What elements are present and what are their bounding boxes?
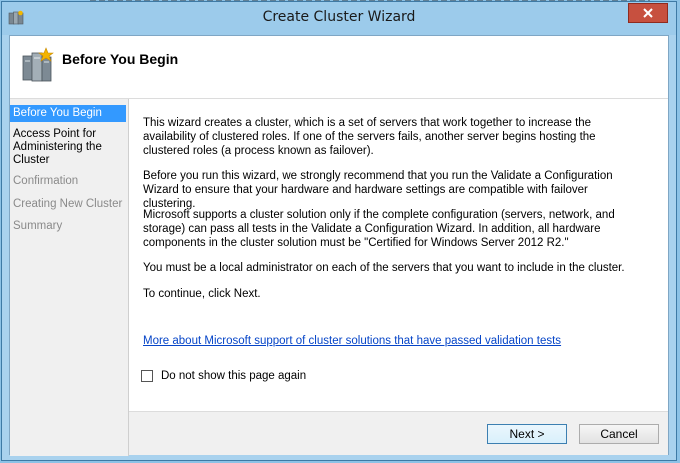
title-bar[interactable]: Create Cluster Wizard bbox=[2, 2, 676, 35]
admin-paragraph: You must be a local administrator on eac… bbox=[143, 262, 625, 274]
wizard-footer: Next > Cancel bbox=[129, 411, 668, 455]
next-button[interactable]: Next > bbox=[487, 424, 567, 444]
intro-paragraph: This wizard creates a cluster, which is … bbox=[143, 117, 596, 157]
step-before-you-begin[interactable]: Before You Begin bbox=[10, 105, 126, 122]
cancel-button[interactable]: Cancel bbox=[579, 424, 659, 444]
step-creating-new-cluster: Creating New Cluster bbox=[13, 198, 123, 210]
support-link[interactable]: More about Microsoft support of cluster … bbox=[143, 335, 561, 347]
close-icon bbox=[643, 8, 653, 18]
step-summary: Summary bbox=[13, 220, 63, 232]
wizard-client-area: Before You Begin Before You Begin Access… bbox=[9, 35, 669, 456]
dont-show-again-checkbox[interactable] bbox=[141, 370, 153, 382]
validate-paragraph: Before you run this wizard, we strongly … bbox=[143, 170, 613, 210]
wizard-steps-nav: Before You Begin Access Point for Admini… bbox=[10, 99, 128, 456]
content-pane: This wizard creates a cluster, which is … bbox=[129, 99, 668, 411]
servers-icon bbox=[22, 47, 54, 82]
close-button[interactable] bbox=[628, 3, 668, 23]
continue-paragraph: To continue, click Next. bbox=[143, 288, 261, 300]
window-title: Create Cluster Wizard bbox=[262, 9, 416, 25]
wizard-header: Before You Begin bbox=[10, 36, 668, 99]
wizard-window: Create Cluster Wizard Before You Begin B… bbox=[1, 1, 677, 461]
step-confirmation: Confirmation bbox=[13, 175, 79, 187]
page-title: Before You Begin bbox=[62, 51, 179, 67]
dont-show-again-label[interactable]: Do not show this page again bbox=[161, 370, 306, 382]
dont-show-again-row[interactable]: Do not show this page again bbox=[141, 370, 306, 382]
support-paragraph: Microsoft supports a cluster solution on… bbox=[143, 209, 615, 249]
step-access-point[interactable]: Access Point for Administering the Clust… bbox=[10, 126, 126, 169]
